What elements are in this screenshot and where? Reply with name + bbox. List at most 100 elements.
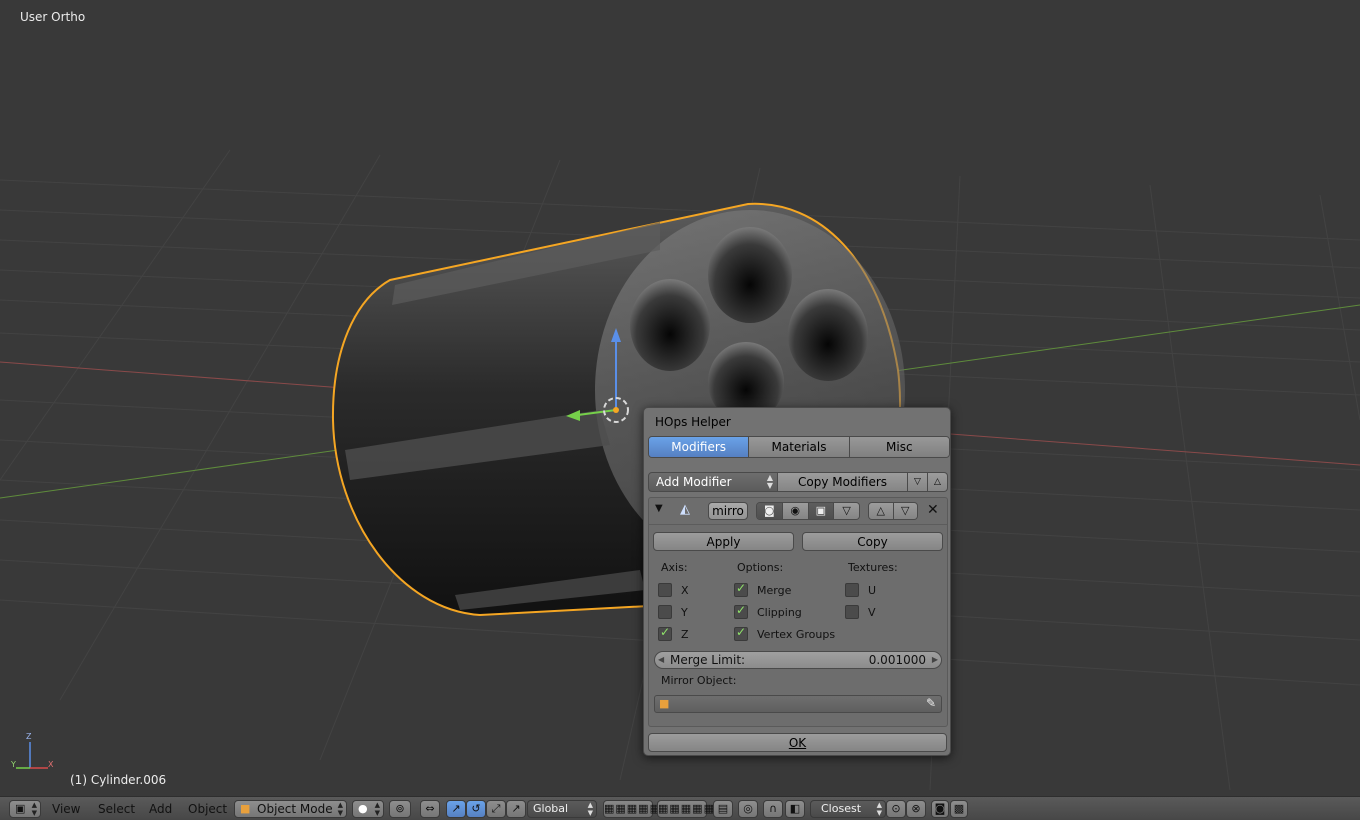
render-camera-icon[interactable]: ◙ — [757, 503, 783, 519]
cage-vertices-icon[interactable]: ▽ — [834, 503, 859, 519]
eyedropper-icon[interactable]: ✎ — [926, 696, 936, 710]
orientation-dropdown[interactable]: Global ▲ ▼ — [527, 800, 597, 818]
mode-label: Object Mode — [257, 802, 333, 816]
orientation-label: Global — [533, 802, 569, 815]
manipulator-toggle[interactable]: ⇔ — [420, 800, 440, 818]
modifier-header: ▼ ◭ mirro ◙ ◉ ▣ ▽ △ ▽ ✕ — [649, 498, 947, 525]
editmode-icon[interactable]: ▣ — [808, 503, 835, 519]
tab-modifiers[interactable]: Modifiers — [649, 437, 750, 457]
render-still-button[interactable]: ◙ — [931, 800, 949, 818]
snap-element-dropdown[interactable]: ◧ — [785, 800, 805, 818]
modifier-name-field[interactable]: mirro — [708, 502, 748, 520]
proportional-edit-button[interactable]: ◎ — [738, 800, 758, 818]
chevron-up-icon[interactable]: △ — [928, 472, 948, 492]
merge-limit-value: 0.001000 — [868, 653, 926, 667]
object-cube-icon: ■ — [659, 697, 670, 710]
checkbox-label: Merge — [757, 583, 792, 597]
menu-object[interactable]: Object — [188, 801, 227, 817]
mirror-object-label: Mirror Object: — [661, 674, 737, 687]
checkbox-box — [658, 605, 672, 619]
updown-arrows-icon: ▲ ▼ — [587, 801, 593, 817]
updown-arrows-icon: ▲ ▼ — [876, 801, 882, 817]
rotate-icon: ↺ — [471, 802, 481, 815]
layer-buttons-2[interactable]: ▦▦▦▦▦ — [657, 800, 714, 818]
translate-manipulator[interactable]: ↗ — [446, 800, 466, 818]
proportional-icon: ◎ — [743, 802, 753, 815]
arrow-icon: ↗ — [511, 802, 521, 815]
tab-misc[interactable]: Misc — [849, 437, 949, 457]
checkbox-box — [845, 583, 859, 597]
pivot-point-dropdown[interactable]: ⊚ — [389, 800, 411, 818]
camera-icon: ◙ — [934, 802, 946, 815]
axis-z-checkbox[interactable]: Z — [658, 625, 689, 641]
rotate-manipulator[interactable]: ↺ — [466, 800, 486, 818]
texture-u-checkbox[interactable]: U — [845, 583, 876, 597]
layers-grid-icon: ▦▦▦▦▦ — [658, 802, 715, 815]
tab-materials[interactable]: Materials — [749, 437, 850, 457]
viewport-eye-icon[interactable]: ◉ — [782, 503, 809, 519]
render-animation-button[interactable]: ▩ — [950, 800, 968, 818]
checkbox-label: Vertex Groups — [757, 627, 836, 641]
merge-limit-slider[interactable]: ◀ Merge Limit: 0.001000 ▶ — [654, 651, 942, 669]
checkbox-box — [734, 603, 748, 619]
arrow-right-icon[interactable]: ▶ — [932, 652, 938, 668]
axis-x-checkbox[interactable]: X — [658, 583, 689, 597]
snap-toggle[interactable]: ∩ — [763, 800, 783, 818]
pivot-icon: ⊚ — [395, 802, 405, 815]
lock-layers-button[interactable]: ▤ — [713, 800, 733, 818]
chevron-down-icon[interactable]: ▽ — [908, 472, 928, 492]
checkbox-box — [734, 581, 748, 597]
viewport-shading-dropdown[interactable]: ● ▲ ▼ — [352, 800, 384, 818]
copy-button[interactable]: Copy — [802, 532, 943, 551]
close-icon[interactable]: ✕ — [927, 502, 939, 518]
apply-button[interactable]: Apply — [653, 532, 794, 551]
snap-target-dropdown[interactable]: Closest ▲ ▼ — [810, 800, 886, 818]
modifier-move-buttons: △ ▽ — [868, 502, 918, 520]
project-icon: ⊗ — [911, 802, 921, 815]
add-modifier-label: Add Modifier — [656, 475, 732, 489]
checkbox-label: X — [681, 583, 689, 597]
mode-dropdown[interactable]: ■ Object Mode ▲ ▼ — [234, 800, 347, 818]
mirror-modifier-panel: ▼ ◭ mirro ◙ ◉ ▣ ▽ △ ▽ ✕ Apply Copy Axis:… — [648, 497, 948, 727]
editor-type-button[interactable]: ▣ ▲ ▼ — [9, 800, 41, 818]
popup-title: HOps Helper — [655, 415, 731, 429]
updown-arrows-icon: ▲ ▼ — [374, 801, 380, 817]
collapse-triangle-icon[interactable]: ▼ — [655, 503, 663, 514]
clipping-checkbox[interactable]: Clipping — [734, 603, 802, 619]
checkbox-box — [658, 583, 672, 597]
updown-arrows-icon: ▲ ▼ — [766, 473, 773, 490]
menu-view[interactable]: View — [52, 801, 80, 817]
move-down-icon[interactable]: ▽ — [893, 503, 917, 519]
magnet-icon: ∩ — [768, 802, 778, 815]
arrow-left-icon[interactable]: ◀ — [658, 652, 664, 668]
view-label: User Ortho — [20, 10, 86, 24]
snap-project-button[interactable]: ⊗ — [906, 800, 926, 818]
add-modifier-dropdown[interactable]: Add Modifier ▲ ▼ — [648, 472, 778, 492]
checkbox-label: V — [868, 605, 876, 619]
align-rotation-button[interactable]: ⊙ — [886, 800, 906, 818]
copy-modifiers-button[interactable]: Copy Modifiers — [778, 472, 908, 492]
scale-manipulator[interactable]: ⤢ — [486, 800, 506, 818]
textures-header: Textures: — [848, 561, 898, 574]
merge-checkbox[interactable]: Merge — [734, 581, 792, 597]
hops-helper-popup: HOps Helper Modifiers Materials Misc Add… — [643, 407, 951, 756]
axis-y-label: Y — [11, 760, 16, 769]
axis-y-checkbox[interactable]: Y — [658, 605, 688, 619]
move-up-icon[interactable]: △ — [869, 503, 894, 519]
vertex-groups-checkbox[interactable]: Vertex Groups — [734, 625, 836, 641]
menu-select[interactable]: Select — [98, 801, 135, 817]
ok-button[interactable]: OK — [648, 733, 947, 752]
checkbox-label: U — [868, 583, 877, 597]
menu-add[interactable]: Add — [149, 801, 172, 817]
checkbox-label: Y — [681, 605, 688, 619]
axis-header: Axis: — [661, 561, 688, 574]
checkbox-label: Z — [681, 627, 689, 641]
mirror-object-field[interactable]: ■ ✎ — [654, 695, 942, 713]
texture-v-checkbox[interactable]: V — [845, 605, 876, 619]
modifier-visibility-toggles: ◙ ◉ ▣ ▽ — [756, 502, 860, 520]
snap-target-label: Closest — [821, 802, 862, 815]
move-arrows-icon: ↗ — [451, 802, 461, 815]
layer-buttons-1[interactable]: ▦▦▦▦▦ — [603, 800, 660, 818]
manipulator-extra[interactable]: ↗ — [506, 800, 526, 818]
manipulator-icon: ⇔ — [425, 802, 435, 815]
